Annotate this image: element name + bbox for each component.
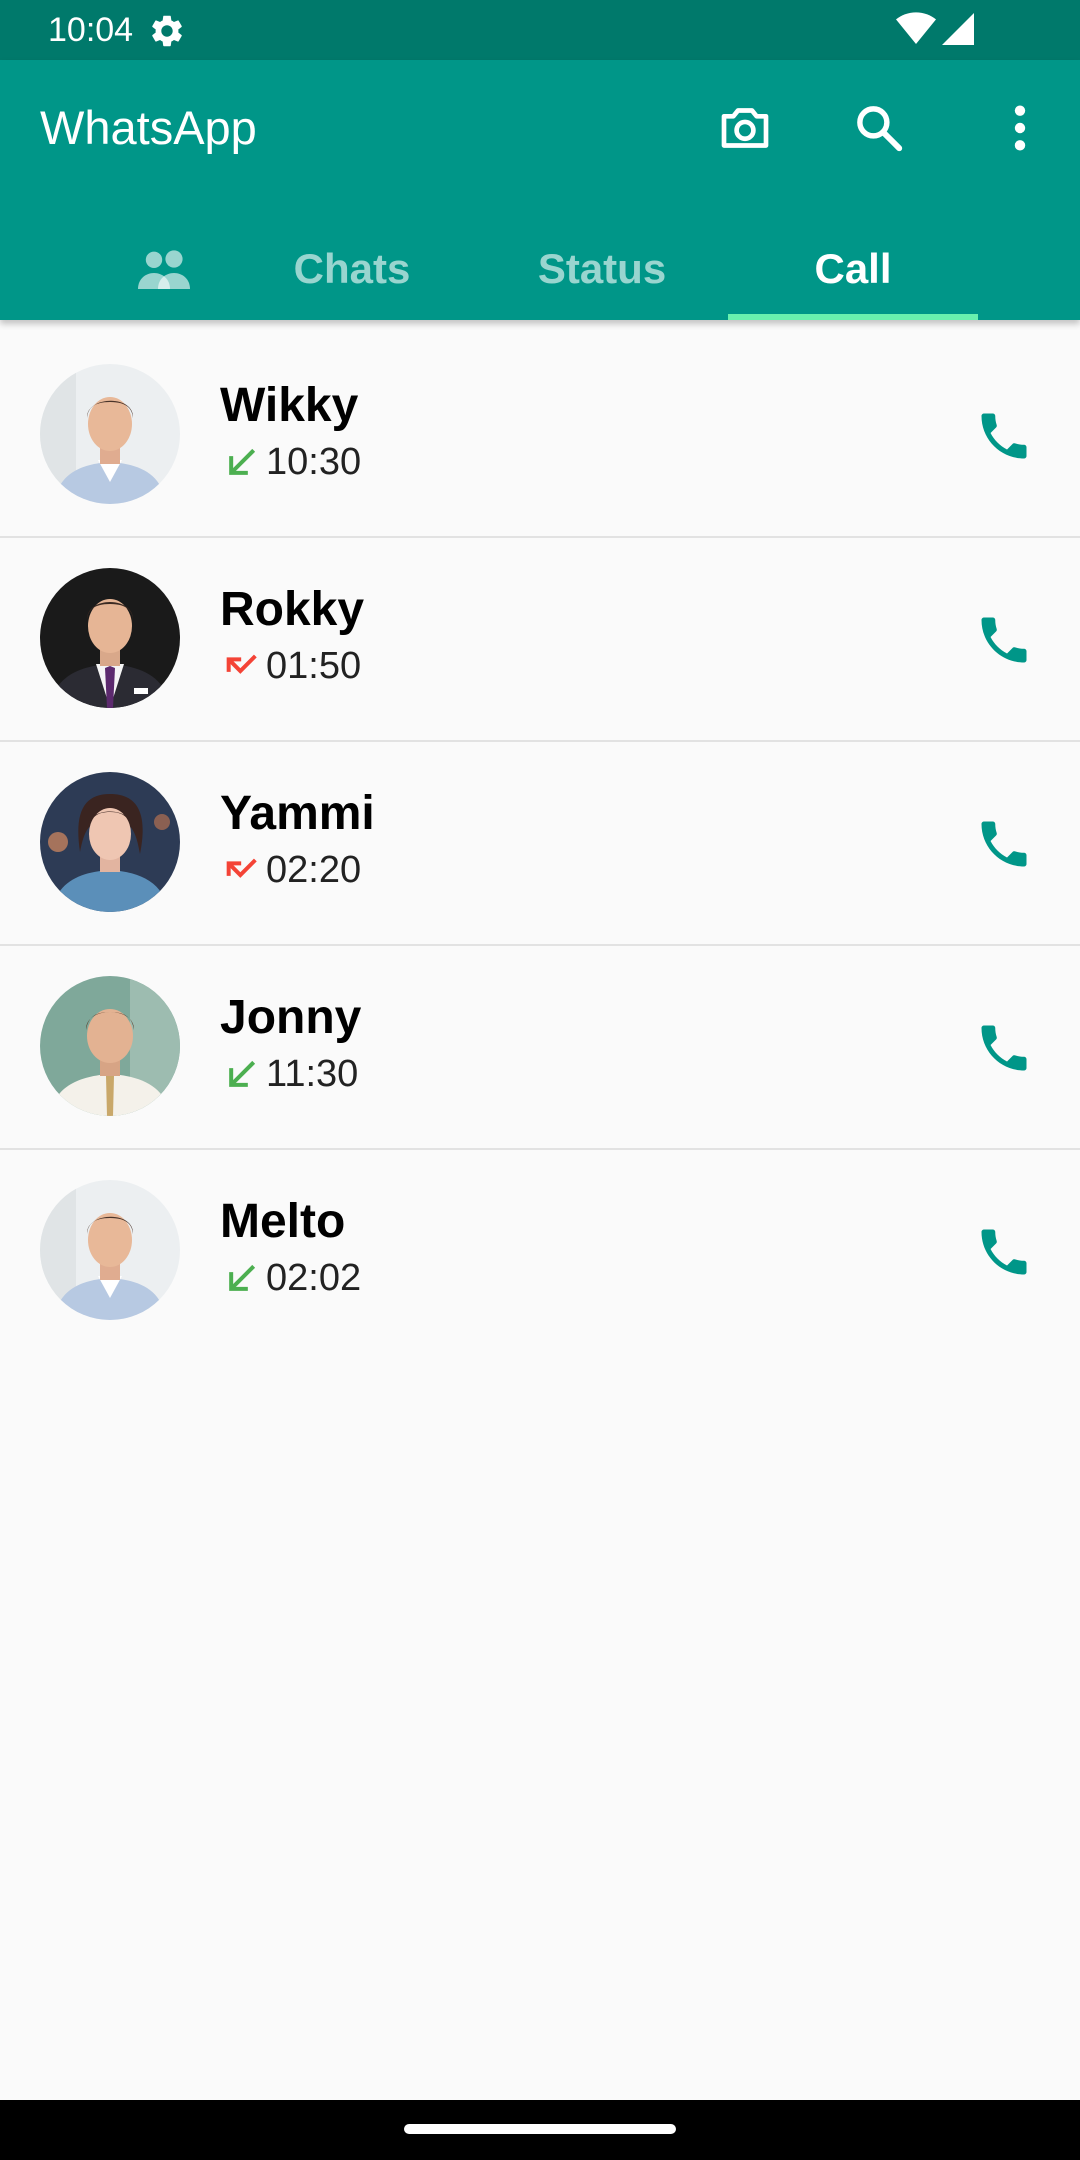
call-icon: [981, 413, 1027, 459]
call-list-item[interactable]: Yammi 02:20: [0, 742, 1080, 946]
avatar: [40, 1180, 180, 1320]
camera-button[interactable]: [705, 88, 785, 168]
voice-call-button[interactable]: [966, 398, 1042, 474]
call-time: 01:50: [266, 645, 362, 687]
status-bar: 10:04: [0, 0, 1080, 60]
app-title: WhatsApp: [40, 101, 257, 154]
call-meta: 01:50: [222, 644, 361, 688]
app-bar: WhatsApp Chats Status Call: [0, 60, 1080, 320]
call-meta: 11:30: [222, 1052, 358, 1096]
contact-name: Melto: [220, 1195, 346, 1248]
call-time: 10:30: [266, 441, 362, 483]
cell-signal-icon: [942, 13, 974, 45]
search-button[interactable]: [839, 88, 919, 168]
tab-communities[interactable]: [108, 218, 222, 320]
contact-name: Yammi: [220, 787, 375, 840]
call-missed-arrow-icon: [226, 858, 257, 878]
tab-chats[interactable]: Chats: [228, 218, 476, 320]
screen: 10:04 WhatsApp Chats Status Call Wikky 1…: [0, 0, 1080, 2160]
contact-name: Rokky: [220, 583, 365, 636]
groups-icon: [138, 250, 190, 289]
call-list-item[interactable]: Melto 02:02: [0, 1150, 1080, 1354]
call-list-item[interactable]: Rokky 01:50: [0, 538, 1080, 742]
search-icon: [857, 106, 903, 152]
voice-call-button[interactable]: [966, 1010, 1042, 1086]
call-icon: [981, 1229, 1027, 1275]
call-meta: 02:20: [222, 848, 361, 892]
tab-call[interactable]: Call: [728, 218, 978, 320]
call-list-item[interactable]: Wikky 10:30: [0, 334, 1080, 538]
more-vert-icon: [1014, 105, 1026, 151]
call-meta: 02:02: [222, 1256, 361, 1300]
status-time: 10:04: [48, 11, 134, 49]
settings-gear-icon: [152, 15, 182, 47]
contact-name: Jonny: [220, 991, 362, 1044]
call-icon: [981, 821, 1027, 867]
call-received-arrow-icon: [229, 448, 256, 475]
call-received-arrow-icon: [229, 1264, 256, 1291]
wifi-icon: [896, 12, 936, 44]
more-options-button[interactable]: [980, 88, 1060, 168]
call-received-arrow-icon: [229, 1060, 256, 1087]
tab-indicator: [728, 314, 978, 320]
call-missed-arrow-icon: [226, 654, 257, 674]
voice-call-button[interactable]: [966, 602, 1042, 678]
home-gesture-handle[interactable]: [404, 2124, 676, 2134]
avatar: [40, 568, 180, 708]
call-list: Wikky 10:30 Rokky 01:50 Yammi 02:20 Jonn…: [0, 334, 1080, 1354]
contact-name: Wikky: [220, 379, 359, 432]
avatar: [40, 976, 180, 1116]
call-meta: 10:30: [222, 440, 361, 484]
call-time: 11:30: [266, 1053, 359, 1095]
avatar: [40, 772, 180, 912]
call-icon: [981, 617, 1027, 663]
voice-call-button[interactable]: [966, 806, 1042, 882]
voice-call-button[interactable]: [966, 1214, 1042, 1290]
call-time: 02:02: [266, 1257, 362, 1299]
call-list-item[interactable]: Jonny 11:30: [0, 946, 1080, 1150]
avatar: [40, 364, 180, 504]
camera-icon: [721, 108, 769, 148]
call-icon: [981, 1025, 1027, 1071]
system-navigation-bar: [0, 2100, 1080, 2160]
tab-status[interactable]: Status: [478, 218, 726, 320]
call-time: 02:20: [266, 849, 362, 891]
